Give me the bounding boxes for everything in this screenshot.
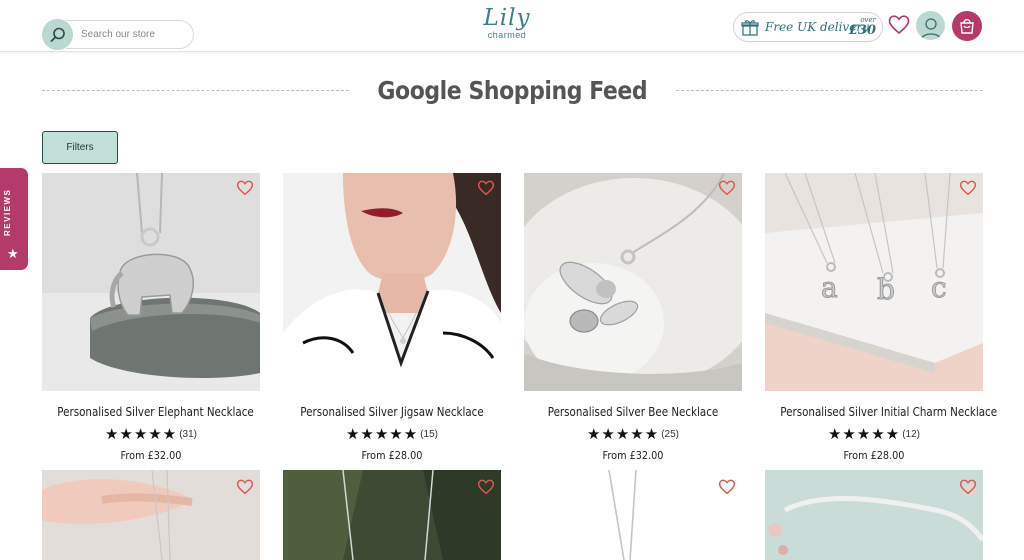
rating-stars: ★★★★★ (586, 426, 660, 443)
title-divider-left (42, 89, 350, 91)
product-price: From £32.00 (120, 449, 182, 462)
product-name[interactable]: Personalised Silver Bee Necklace (539, 405, 726, 419)
product-photo (283, 470, 501, 560)
product-price: From £28.00 (843, 449, 905, 462)
search-icon (50, 27, 65, 42)
product-rating[interactable]: ★★★★★ (15) (283, 425, 501, 443)
product-image[interactable]: a b c (765, 173, 983, 391)
wishlist-heart-icon[interactable] (236, 179, 254, 197)
wishlist-heart-icon[interactable] (959, 179, 977, 197)
product-price: From £32.00 (602, 449, 664, 462)
product-image[interactable] (42, 173, 260, 391)
shopping-bag-button[interactable] (952, 11, 982, 41)
product-photo (524, 470, 742, 560)
product-image[interactable] (765, 470, 983, 560)
product-card[interactable]: Personalised Silver Elephant Necklace ★★… (42, 173, 260, 462)
rating-stars: ★★★★★ (827, 426, 901, 443)
delivery-threshold: over £30 (849, 16, 876, 38)
product-photo (42, 470, 260, 560)
shopping-bag-icon (960, 18, 974, 34)
product-photo (765, 470, 983, 560)
svg-text:b: b (877, 273, 895, 306)
product-name[interactable]: Personalised Silver Initial Charm Neckla… (780, 405, 997, 419)
product-card[interactable]: Personalised Silver Jigsaw Necklace ★★★★… (283, 173, 501, 462)
wishlist-heart-icon[interactable] (718, 478, 736, 496)
reviews-side-tab[interactable]: REVIEWS ★ (0, 168, 28, 270)
elephant-necklace-photo (42, 173, 260, 391)
svg-text:a: a (821, 271, 838, 304)
product-card[interactable]: Personalised Silver Bee Necklace ★★★★★ (… (524, 173, 742, 462)
rating-stars: ★★★★★ (104, 426, 178, 443)
search-input[interactable]: Search our store (66, 20, 194, 49)
bee-necklace-photo (524, 173, 742, 391)
wishlist-heart-icon[interactable] (718, 179, 736, 197)
product-image[interactable] (283, 173, 501, 391)
initial-charm-necklace-photo: a b c (765, 173, 983, 391)
product-rating[interactable]: ★★★★★ (12) (765, 425, 983, 443)
wishlist-heart-icon[interactable] (477, 179, 495, 197)
product-price: From £28.00 (361, 449, 423, 462)
review-count: (15) (420, 428, 439, 440)
wishlist-heart-icon[interactable] (959, 478, 977, 496)
filters-button[interactable]: Filters (42, 131, 118, 164)
product-card[interactable]: a b c Personalised Silver Initial Charm … (765, 173, 997, 462)
wishlist-heart-icon[interactable] (888, 14, 910, 36)
wishlist-heart-icon[interactable] (236, 478, 254, 496)
reviews-tab-label: REVIEWS (3, 188, 12, 236)
account-button[interactable] (916, 11, 945, 40)
product-image[interactable] (524, 470, 742, 560)
rating-stars: ★★★★★ (345, 426, 419, 443)
star-icon: ★ (7, 246, 19, 261)
product-image[interactable] (524, 173, 742, 391)
product-image[interactable] (283, 470, 501, 560)
jigsaw-necklace-photo (283, 173, 501, 391)
delivery-threshold-amount: £30 (848, 23, 876, 38)
free-delivery-banner[interactable]: Free UK delivery over £30 (733, 12, 883, 42)
product-name[interactable]: Personalised Silver Elephant Necklace (57, 405, 254, 419)
review-count: (31) (179, 428, 198, 440)
gift-icon (741, 19, 759, 36)
review-count: (25) (661, 428, 680, 440)
site-logo[interactable]: Lily charmed (474, 4, 540, 48)
product-name[interactable]: Personalised Silver Jigsaw Necklace (298, 405, 485, 419)
svg-text:c: c (931, 271, 947, 304)
site-header: Search our store Lily charmed Free UK de… (0, 0, 1024, 52)
page-title: Google Shopping Feed (377, 75, 648, 105)
wishlist-heart-icon[interactable] (477, 478, 495, 496)
logo-wordmark: Lily (483, 5, 531, 31)
product-rating[interactable]: ★★★★★ (31) (42, 425, 260, 443)
title-divider-right (675, 89, 984, 91)
product-image[interactable] (42, 470, 260, 560)
review-count: (12) (902, 428, 921, 440)
product-rating[interactable]: ★★★★★ (25) (524, 425, 742, 443)
user-icon (919, 18, 942, 40)
page-title-row: Google Shopping Feed (42, 72, 984, 108)
